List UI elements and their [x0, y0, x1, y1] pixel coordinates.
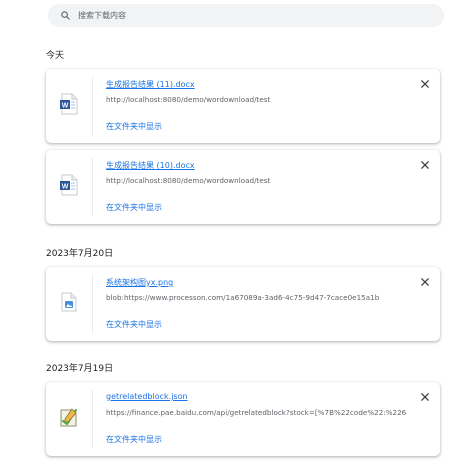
date-heading: 2023年7月20日	[46, 249, 114, 259]
date-heading: 2023年7月19日	[46, 364, 114, 374]
card-divider	[92, 77, 93, 135]
close-icon	[421, 161, 429, 169]
download-item: W 生成报告结果 (10).docx http://localhost:8080…	[46, 150, 440, 224]
close-icon	[421, 80, 429, 88]
json-file-icon	[59, 407, 79, 432]
show-in-folder-link[interactable]: 在文件夹中显示	[106, 319, 162, 330]
search-icon	[58, 9, 72, 23]
remove-from-list-button[interactable]	[418, 77, 432, 91]
download-item: 系统架构图yx.png blob:https://www.processon.c…	[46, 267, 440, 341]
svg-text:W: W	[62, 102, 69, 109]
file-name-link[interactable]: getrelatedblock.json	[106, 392, 188, 401]
file-icon-container	[46, 267, 92, 341]
svg-text:W: W	[62, 183, 69, 190]
file-source-url: https://finance.pae.baidu.com/api/getrel…	[106, 408, 406, 417]
card-divider	[92, 390, 93, 448]
search-bar[interactable]	[48, 4, 444, 27]
file-name-link[interactable]: 系统架构图yx.png	[106, 277, 173, 288]
remove-from-list-button[interactable]	[418, 158, 432, 172]
file-icon-container: W	[46, 150, 92, 224]
file-icon-container: W	[46, 69, 92, 143]
word-doc-icon: W	[60, 174, 78, 201]
file-source-url: http://localhost:8080/demo/wordownload/t…	[106, 95, 271, 104]
show-in-folder-link[interactable]: 在文件夹中显示	[106, 121, 162, 132]
download-item: getrelatedblock.json https://finance.pae…	[46, 382, 440, 456]
word-doc-icon: W	[60, 93, 78, 120]
show-in-folder-link[interactable]: 在文件夹中显示	[106, 202, 162, 213]
download-item: W 生成报告结果 (11).docx http://localhost:8080…	[46, 69, 440, 143]
file-name-link[interactable]: 生成报告结果 (10).docx	[106, 160, 195, 171]
card-divider	[92, 275, 93, 333]
date-heading: 今天	[46, 51, 65, 61]
file-source-url: http://localhost:8080/demo/wordownload/t…	[106, 176, 271, 185]
close-icon	[421, 278, 429, 286]
remove-from-list-button[interactable]	[418, 275, 432, 289]
file-source-url: blob:https://www.processon.com/1a67089a-…	[106, 293, 380, 302]
search-input[interactable]	[78, 11, 418, 20]
image-file-icon	[61, 292, 77, 317]
card-divider	[92, 158, 93, 216]
remove-from-list-button[interactable]	[418, 390, 432, 404]
file-name-link[interactable]: 生成报告结果 (11).docx	[106, 79, 195, 90]
close-icon	[421, 393, 429, 401]
show-in-folder-link[interactable]: 在文件夹中显示	[106, 434, 162, 445]
file-icon-container	[46, 382, 92, 456]
